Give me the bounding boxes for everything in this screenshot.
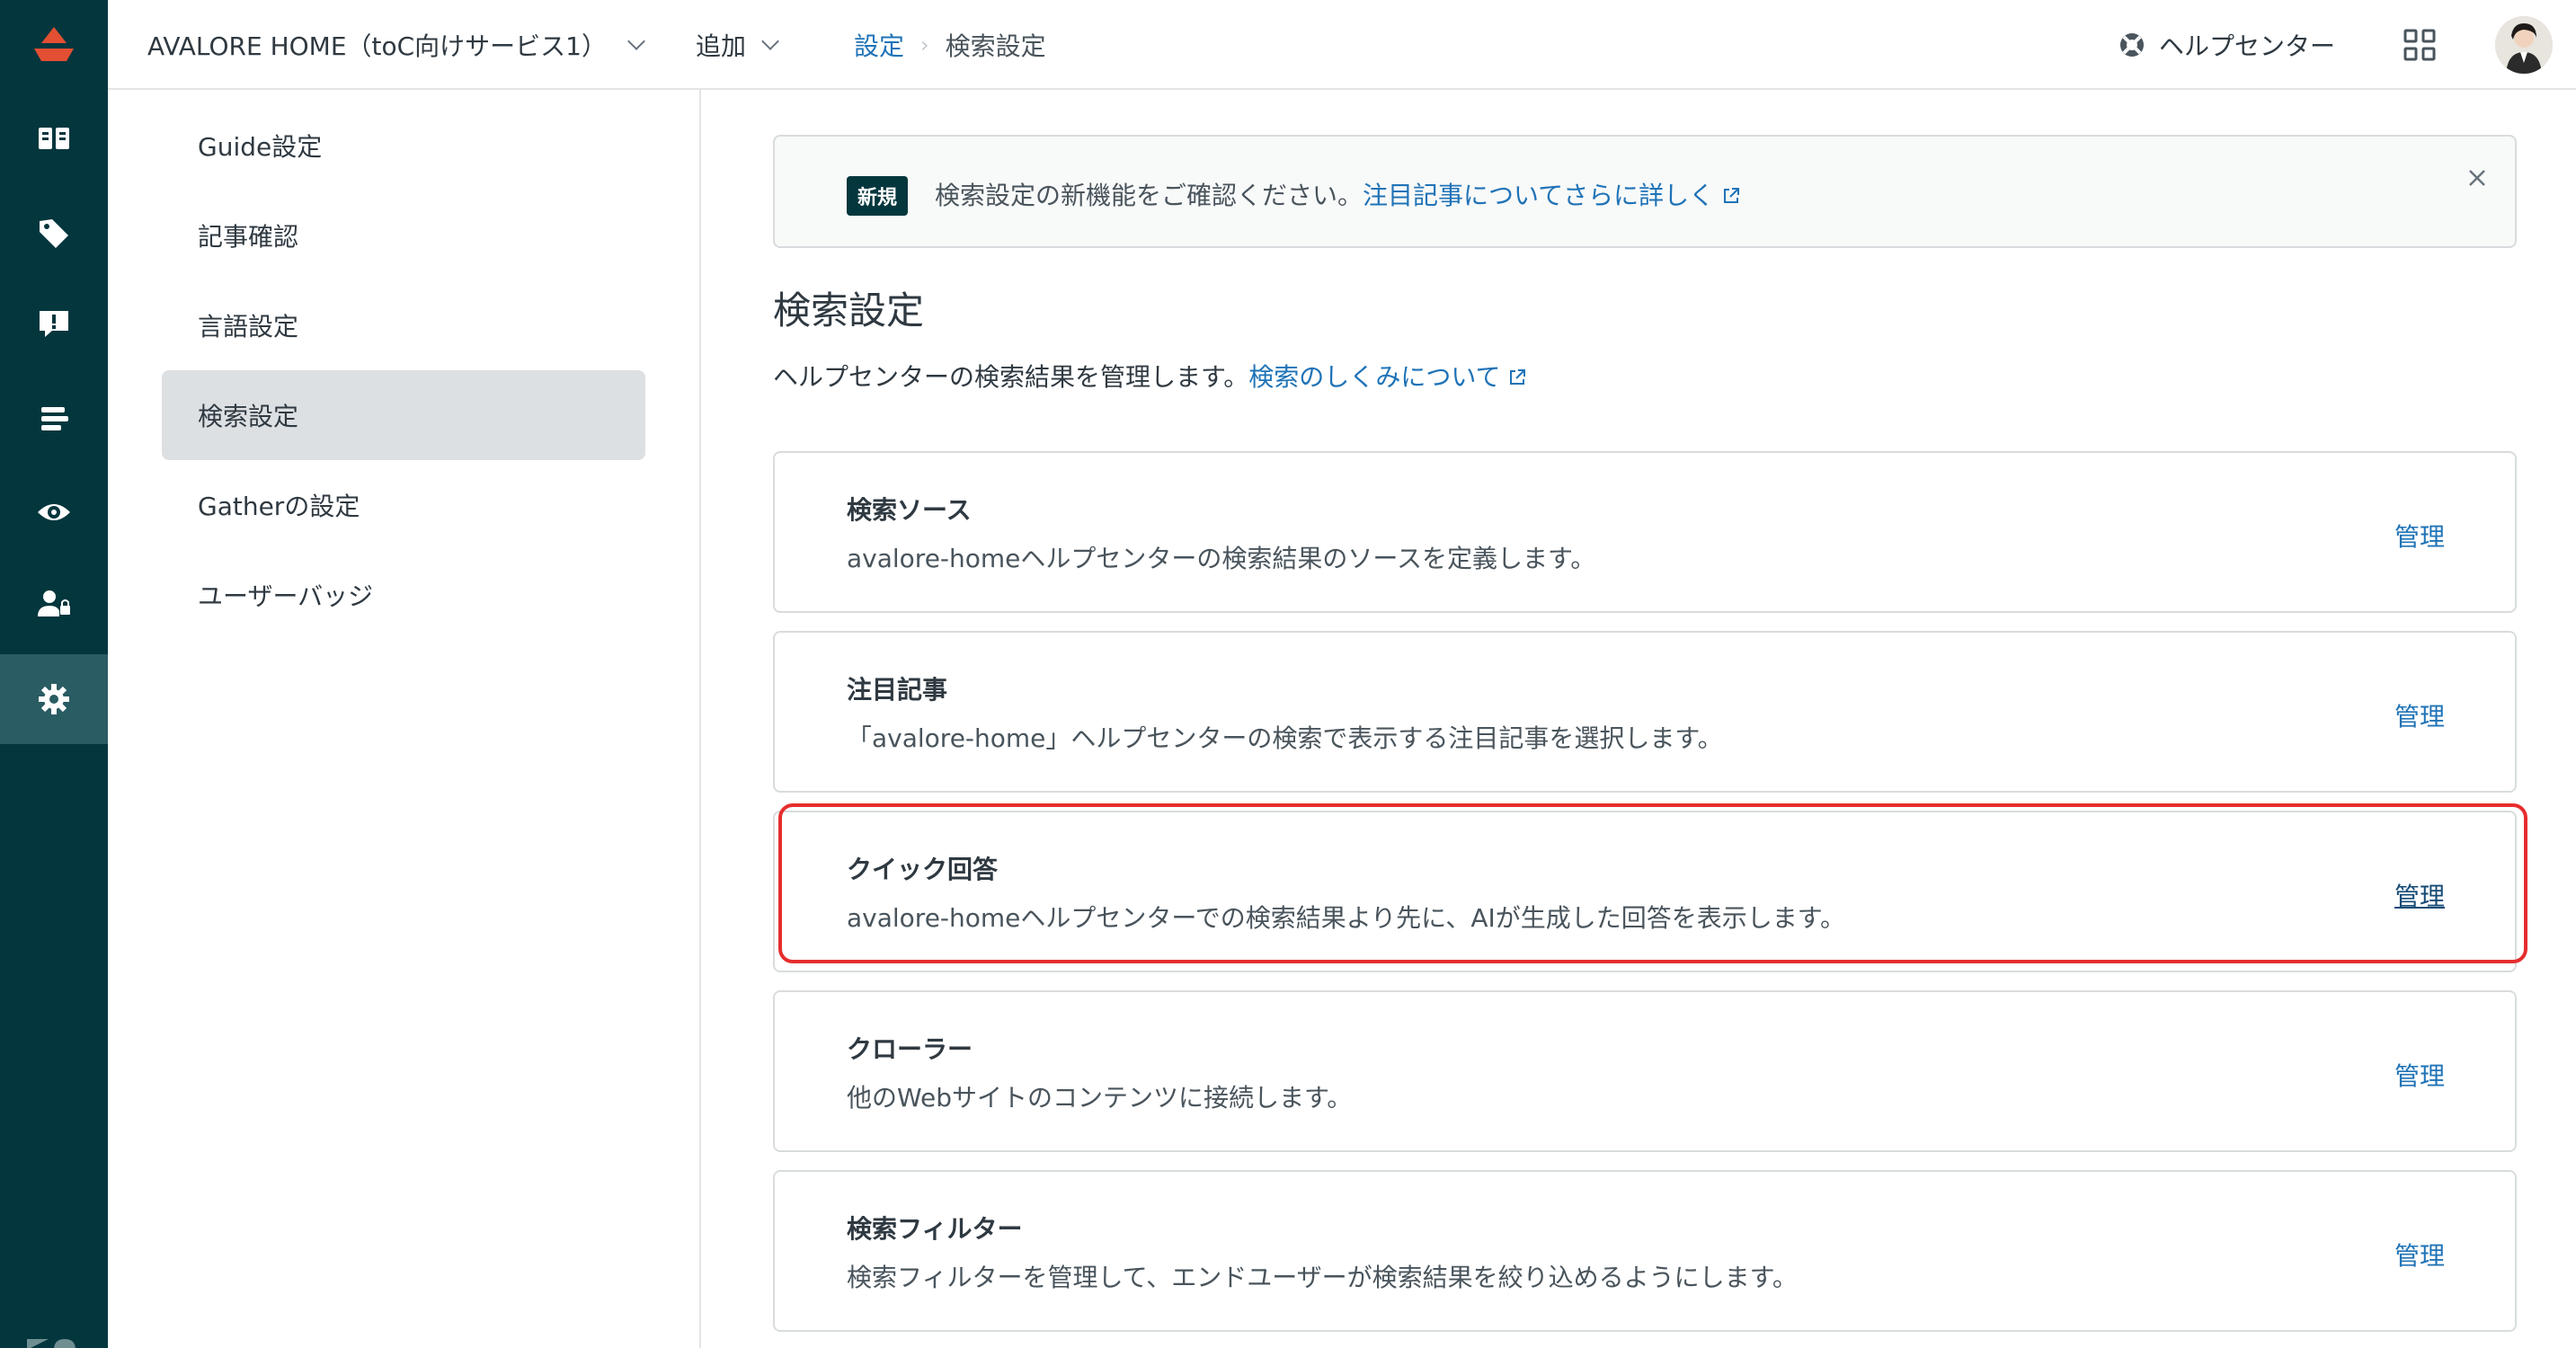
book-icon — [39, 128, 69, 149]
rail-eye-icon[interactable] — [0, 467, 108, 557]
page-title: 検索設定 — [773, 288, 925, 333]
tag-icon — [40, 219, 68, 248]
rail-gear-icon[interactable] — [0, 654, 108, 744]
manage-search-sources-link[interactable]: 管理 — [2394, 518, 2445, 554]
card-search-sources: 検索ソース avalore-homeヘルプセンターの検索結果のソースを定義します… — [773, 451, 2517, 613]
card-title: 検索ソース — [847, 495, 972, 525]
card-description: avalore-homeヘルプセンターでの検索結果より先に、AIが生成した回答を… — [847, 903, 1845, 933]
page-description-text: ヘルプセンターの検索結果を管理します。 — [773, 362, 1249, 392]
card-description: 他のWebサイトのコンテンツに接続します。 — [847, 1083, 1353, 1113]
product-tray-button[interactable] — [2402, 27, 2438, 63]
alert-icon — [40, 311, 68, 337]
rail-alert-icon[interactable] — [0, 279, 108, 368]
card-title: クローラー — [847, 1034, 973, 1064]
zendesk-wordmark-icon — [27, 1332, 77, 1348]
manage-crawlers-link[interactable]: 管理 — [2394, 1057, 2445, 1093]
eye-icon — [38, 504, 70, 520]
card-title: クイック回答 — [847, 855, 999, 884]
manage-quick-answers-link[interactable]: 管理 — [2394, 877, 2445, 913]
sidebar-item-guide-settings[interactable]: Guide設定 — [162, 101, 645, 191]
top-bar: AVALORE HOME（toC向けサービス1） 追加 設定 › 検索設定 ヘル… — [108, 0, 2576, 90]
lifebuoy-icon — [2120, 33, 2144, 57]
new-badge: 新規 — [847, 176, 909, 216]
notice-link-label: 注目記事についてさらに詳しく — [1363, 181, 1715, 210]
user-avatar[interactable] — [2495, 16, 2553, 74]
sidebar-item-user-badges[interactable]: ユーザーバッジ — [162, 550, 645, 640]
card-description: 「avalore-home」ヘルプセンターの検索で表示する注目記事を選択します。 — [847, 723, 1723, 753]
rail-book-icon[interactable] — [0, 93, 108, 183]
sidebar-item-article-review[interactable]: 記事確認 — [162, 191, 645, 280]
notice-text: 検索設定の新機能をご確認ください。 — [935, 181, 1364, 210]
manage-search-filters-link[interactable]: 管理 — [2394, 1237, 2445, 1273]
card-crawlers: クローラー 他のWebサイトのコンテンツに接続します。 管理 — [773, 990, 2517, 1152]
breadcrumb-settings-link[interactable]: 設定 — [854, 27, 904, 63]
sidebar-item-label: 検索設定 — [198, 402, 299, 431]
breadcrumb-current: 検索設定 — [945, 31, 1046, 61]
sidebar-item-label: ユーザーバッジ — [198, 581, 374, 611]
card-description: avalore-homeヘルプセンターの検索結果のソースを定義します。 — [847, 544, 1596, 573]
zendesk-logo[interactable] — [0, 0, 108, 90]
chevron-down-icon — [627, 32, 645, 50]
grid-icon — [2403, 29, 2436, 61]
add-label: 追加 — [696, 31, 747, 61]
sidebar-item-label: 言語設定 — [198, 312, 299, 341]
rail-tag-icon[interactable] — [0, 189, 108, 279]
card-search-filters: 検索フィルター 検索フィルターを管理して、エンドユーザーが検索結果を絞り込めるよ… — [773, 1170, 2517, 1332]
add-menu[interactable]: 追加 — [696, 27, 779, 63]
settings-sidebar: Guide設定 記事確認 言語設定 検索設定 Gatherの設定 ユーザーバッジ — [108, 90, 701, 1348]
sidebar-item-label: Guide設定 — [198, 132, 323, 162]
breadcrumb: 設定 › 検索設定 — [854, 27, 1046, 63]
sidebar-item-label: Gatherの設定 — [198, 492, 360, 521]
rail-user-lock-icon[interactable] — [0, 559, 108, 649]
sidebar-item-language-settings[interactable]: 言語設定 — [162, 280, 645, 370]
user-lock-icon — [38, 590, 70, 616]
new-feature-notice: 新規 検索設定の新機能をご確認ください。注目記事についてさらに詳しく — [773, 135, 2517, 248]
logo-icon — [34, 27, 74, 61]
card-quick-answers: クイック回答 avalore-homeヘルプセンターでの検索結果より先に、AIが… — [773, 811, 2517, 972]
card-description: 検索フィルターを管理して、エンドユーザーが検索結果を絞り込めるようにします。 — [847, 1263, 1798, 1292]
sidebar-item-search-settings[interactable]: 検索設定 — [162, 370, 645, 460]
card-featured-articles: 注目記事 「avalore-home」ヘルプセンターの検索で表示する注目記事を選… — [773, 631, 2517, 793]
page-description: ヘルプセンターの検索結果を管理します。検索のしくみについて — [773, 358, 1527, 394]
gear-icon — [39, 684, 69, 714]
sidebar-item-gather-settings[interactable]: Gatherの設定 — [162, 460, 645, 550]
how-search-works-label: 検索のしくみについて — [1248, 362, 1501, 392]
close-icon — [2469, 170, 2485, 186]
card-title: 検索フィルター — [847, 1214, 1023, 1244]
close-notice-button[interactable] — [2461, 162, 2493, 194]
external-link-icon — [1724, 188, 1740, 203]
help-center-label: ヘルプセンター — [2159, 31, 2336, 61]
how-search-works-link[interactable]: 検索のしくみについて — [1248, 362, 1527, 392]
external-link-icon — [1510, 369, 1526, 385]
brand-label: AVALORE HOME（toC向けサービス1） — [147, 31, 607, 61]
chevron-down-icon — [761, 32, 779, 50]
main-content: 新規 検索設定の新機能をご確認ください。注目記事についてさらに詳しく 検索設定 … — [703, 90, 2576, 1348]
manage-featured-articles-link[interactable]: 管理 — [2394, 697, 2445, 733]
card-title: 注目記事 — [847, 675, 948, 705]
list-icon — [41, 407, 68, 430]
avatar-icon — [2495, 16, 2553, 74]
breadcrumb-separator: › — [920, 32, 929, 58]
rail-list-icon[interactable] — [0, 374, 108, 464]
notice-message: 検索設定の新機能をご確認ください。注目記事についてさらに詳しく — [935, 176, 1741, 212]
app-rail — [0, 0, 108, 1348]
help-center-link[interactable]: ヘルプセンター — [2118, 27, 2335, 63]
featured-articles-learn-more-link[interactable]: 注目記事についてさらに詳しく — [1363, 181, 1741, 210]
sidebar-item-label: 記事確認 — [198, 222, 299, 252]
brand-switcher[interactable]: AVALORE HOME（toC向けサービス1） — [147, 27, 645, 63]
